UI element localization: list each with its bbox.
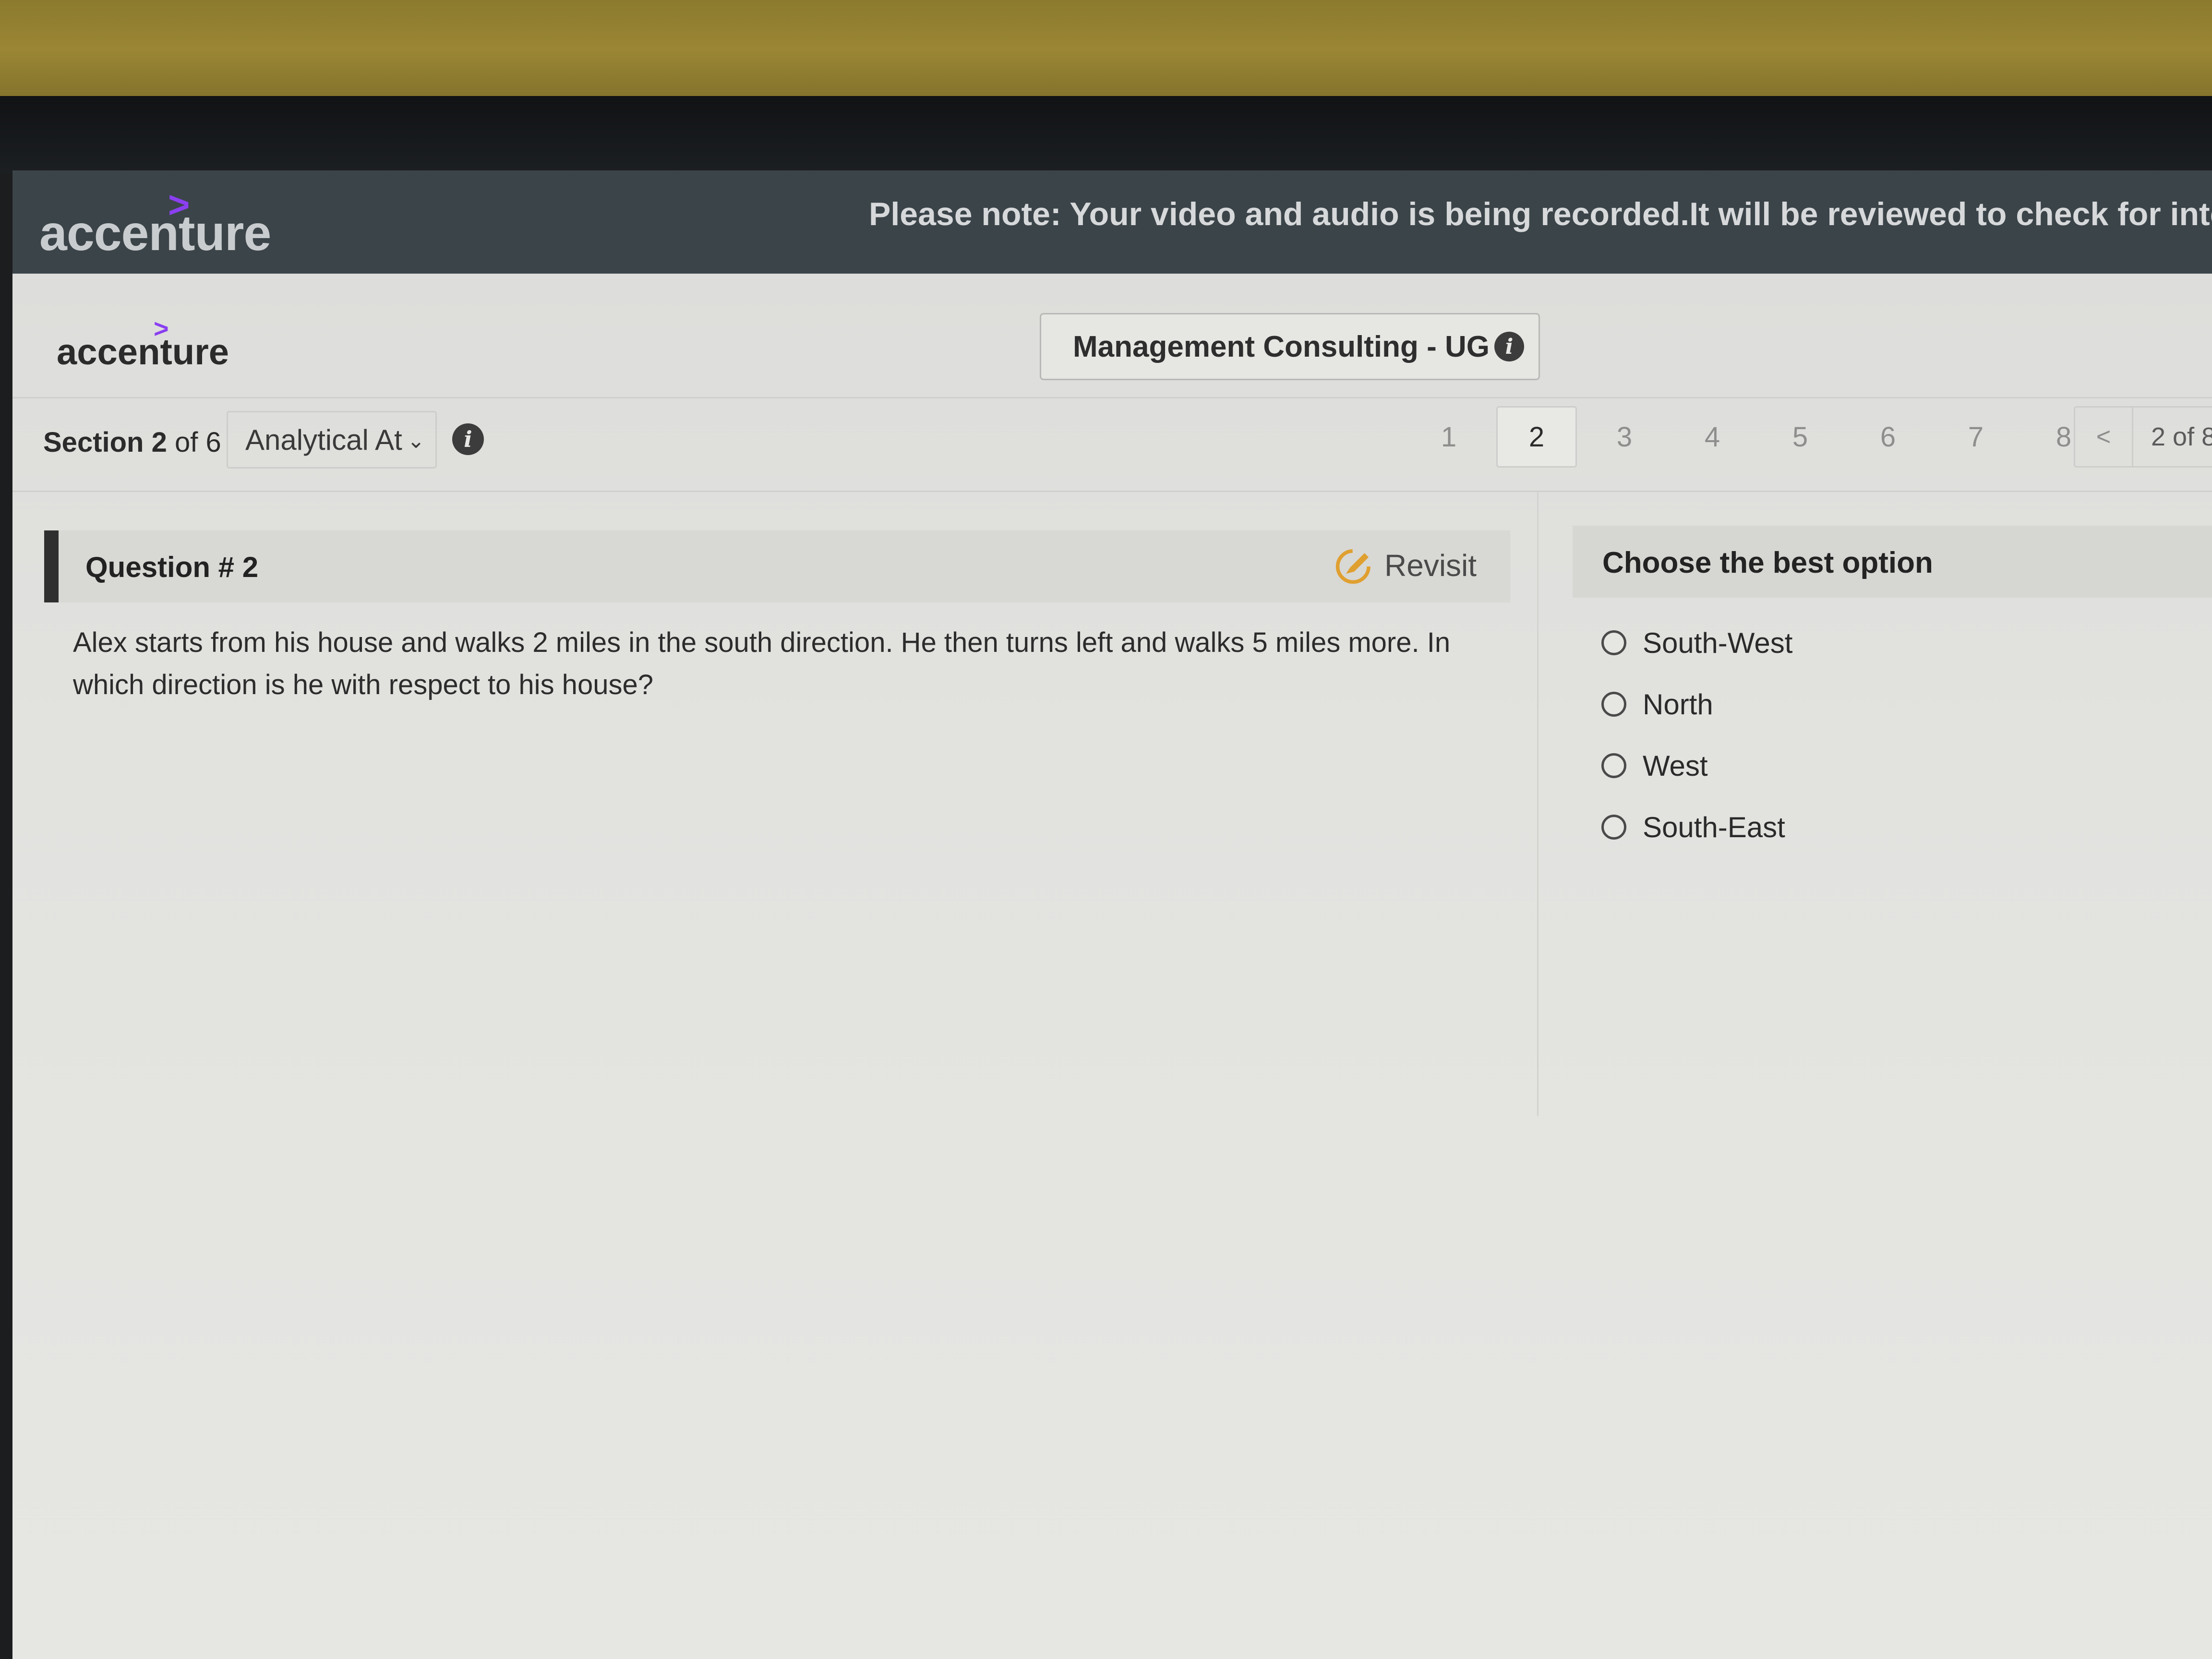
question-number-7[interactable]: 7 (1936, 406, 2016, 468)
section-indicator: Section 2 of 6 (43, 427, 221, 458)
panel-divider (1537, 492, 1539, 1116)
question-number-5[interactable]: 5 (1760, 406, 1840, 468)
radio-button[interactable] (1601, 692, 1626, 717)
logo-chevron-icon: > (154, 314, 169, 343)
answer-options: South-West North West South-East (1601, 612, 1792, 858)
chevron-down-icon: ⌄ (407, 429, 425, 453)
revisit-button[interactable]: Revisit (1334, 545, 1477, 586)
radio-button[interactable] (1601, 753, 1626, 778)
option-label: South-West (1643, 626, 1793, 659)
revisit-icon (1335, 549, 1370, 584)
app-header: > accenture Management Consulting - UG i (12, 274, 2212, 398)
course-title: Management Consulting - UG (1073, 330, 1490, 363)
options-header: Choose the best option (1573, 526, 2212, 598)
course-title-box: Management Consulting - UG i (1040, 313, 1540, 380)
info-icon[interactable]: i (1494, 332, 1524, 361)
previous-question-button[interactable]: < (2074, 406, 2133, 468)
question-title: Question # 2 (85, 551, 259, 583)
question-count: 2 of 8 (2132, 406, 2212, 468)
section-toolbar: Section 2 of 6 Analytical At ⌄ i 1 2 3 4… (12, 398, 2212, 492)
logo-chevron-icon: > (168, 183, 190, 226)
recording-notice-text: Please note: Your video and audio is bei… (869, 196, 2212, 232)
options-title: Choose the best option (1602, 546, 1933, 579)
background-wall (0, 0, 2212, 110)
browser-screen: > accenture Please note: Your video and … (12, 170, 2212, 1659)
top-logo: > accenture (39, 183, 271, 261)
option-north[interactable]: North (1601, 673, 1792, 735)
question-number-2[interactable]: 2 (1496, 406, 1577, 468)
question-number-3[interactable]: 3 (1584, 406, 1665, 468)
option-label: South-East (1643, 811, 1785, 843)
option-south-west[interactable]: South-West (1601, 612, 1792, 673)
option-south-east[interactable]: South-East (1601, 796, 1792, 858)
question-pagination: 1 2 3 4 5 6 7 8 (1408, 406, 2111, 468)
section-info-icon[interactable]: i (452, 423, 484, 455)
question-number-1[interactable]: 1 (1408, 406, 1489, 468)
recording-notice-bar: > accenture Please note: Your video and … (12, 170, 2212, 274)
section-dropdown[interactable]: Analytical At ⌄ (227, 411, 437, 469)
radio-button[interactable] (1601, 630, 1626, 655)
question-number-4[interactable]: 4 (1672, 406, 1753, 468)
option-label: North (1643, 688, 1713, 721)
revisit-label: Revisit (1384, 548, 1477, 583)
question-header: Question # 2 Revisit (44, 530, 1510, 602)
option-west[interactable]: West (1601, 735, 1792, 796)
radio-button[interactable] (1601, 815, 1626, 840)
monitor-bezel (0, 96, 2212, 173)
option-label: West (1643, 749, 1708, 782)
section-dropdown-value: Analytical At (245, 423, 402, 456)
header-logo: > accenture (57, 314, 229, 373)
question-number-6[interactable]: 6 (1848, 406, 1928, 468)
question-text: Alex starts from his house and walks 2 m… (73, 627, 1451, 700)
